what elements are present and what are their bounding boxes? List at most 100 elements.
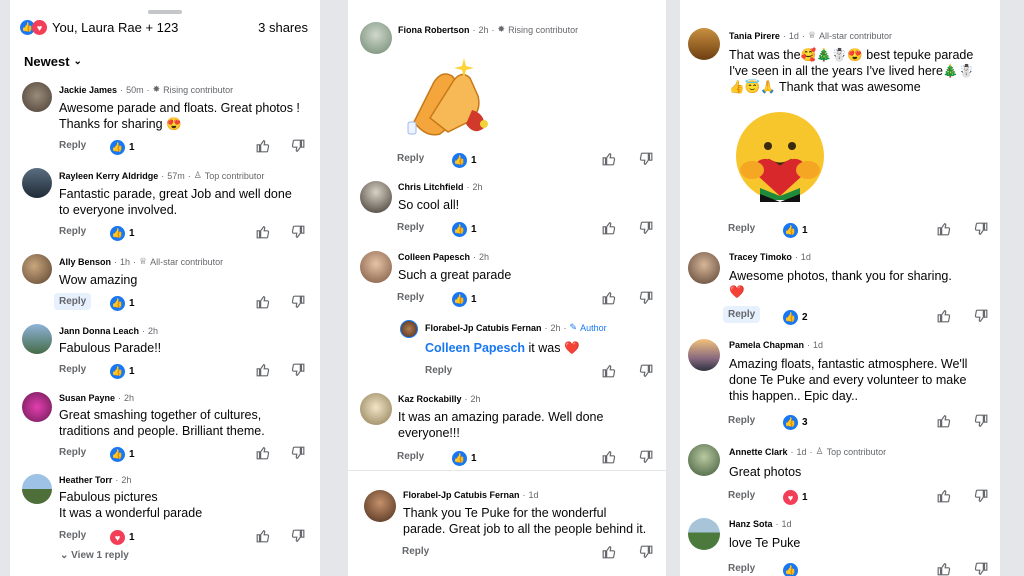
dislike-button[interactable] [291,446,305,460]
reply-button[interactable]: Reply [723,487,760,504]
reply-button[interactable]: Reply [392,150,429,167]
like-button[interactable] [602,450,616,464]
commenter-name[interactable]: Susan Payne [59,393,115,403]
dislike-button[interactable] [974,222,988,236]
reaction-count[interactable]: 👍 1 [110,296,135,311]
commenter-name[interactable]: Tracey Timoko [729,252,792,262]
reply-button[interactable]: Reply [392,289,429,306]
commenter-name[interactable]: Tania Pirere [729,31,780,41]
view-replies-link[interactable]: ⌄ View 1 reply [60,550,129,561]
like-button[interactable] [602,545,616,559]
reaction-count[interactable]: ♥ 1 [783,490,808,505]
avatar[interactable] [22,82,52,112]
dislike-button[interactable] [291,139,305,153]
commenter-name[interactable]: Jackie James [59,85,117,95]
avatar[interactable] [360,22,392,54]
like-button[interactable] [256,363,270,377]
like-button[interactable] [602,291,616,305]
dislike-button[interactable] [291,363,305,377]
dislike-button[interactable] [639,152,653,166]
reply-button[interactable]: Reply [723,220,760,237]
reaction-count[interactable]: 👍 2 [783,310,808,325]
dislike-button[interactable] [974,562,988,576]
reaction-count[interactable]: 👍 1 [452,222,477,237]
dislike-button[interactable] [974,414,988,428]
avatar[interactable] [688,252,720,284]
avatar[interactable] [22,392,52,422]
drag-handle[interactable] [148,10,182,14]
reply-button[interactable]: Reply [54,223,91,240]
dislike-button[interactable] [974,489,988,503]
author-avatar[interactable] [400,320,418,338]
commenter-name[interactable]: Hanz Sota [729,519,773,529]
reaction-count[interactable]: 👍 1 [110,226,135,241]
reaction-count[interactable]: 👍 1 [783,223,808,238]
sort-dropdown[interactable]: Newest ⌄ [24,54,82,69]
commenter-name[interactable]: Kaz Rockabilly [398,394,462,404]
like-button[interactable] [602,221,616,235]
dislike-button[interactable] [291,225,305,239]
commenter-name[interactable]: Ally Benson [59,257,111,267]
reaction-count[interactable]: 👍 1 [110,364,135,379]
reply-button[interactable]: Reply [397,543,434,560]
avatar[interactable] [360,393,392,425]
dislike-button[interactable] [639,545,653,559]
reply-button[interactable]: Reply [54,527,91,544]
avatar[interactable] [22,168,52,198]
commenter-name[interactable]: Florabel-Jp Catubis Fernan [425,323,542,333]
commenter-name[interactable]: Pamela Chapman [729,340,804,350]
like-button[interactable] [602,152,616,166]
reply-button[interactable]: Reply [392,219,429,236]
reply-button[interactable]: Reply [54,361,91,378]
avatar[interactable] [22,474,52,504]
dislike-button[interactable] [639,221,653,235]
like-button[interactable] [937,489,951,503]
dislike-button[interactable] [639,450,653,464]
reply-button[interactable]: Reply [54,137,91,154]
commenter-name[interactable]: Rayleen Kerry Aldridge [59,171,158,181]
reply-button[interactable]: Reply [723,560,760,576]
like-button[interactable] [256,529,270,543]
reply-button[interactable]: Reply [723,306,761,323]
like-button[interactable] [937,309,951,323]
shares-count[interactable]: 3 shares [258,20,308,35]
commenter-name[interactable]: Chris Litchfield [398,182,464,192]
like-button[interactable] [256,139,270,153]
avatar[interactable] [688,518,720,550]
reaction-count[interactable]: 👍 1 [452,292,477,307]
like-button[interactable] [256,225,270,239]
mention-link[interactable]: Colleen Papesch [425,341,525,355]
avatar[interactable] [360,251,392,283]
reply-button[interactable]: Reply [54,293,92,310]
reaction-count[interactable]: 👍 [783,563,798,576]
reaction-count[interactable]: 👍 1 [452,451,477,466]
reaction-count[interactable]: 👍 1 [110,447,135,462]
avatar[interactable] [360,181,392,213]
dislike-button[interactable] [639,364,653,378]
avatar[interactable] [688,339,720,371]
commenter-name[interactable]: Annette Clark [729,447,788,457]
reply-button[interactable]: Reply [54,444,91,461]
like-button[interactable] [602,364,616,378]
commenter-name[interactable]: Colleen Papesch [398,252,470,262]
reaction-count[interactable]: 👍 1 [452,153,477,168]
reply-button[interactable]: Reply [392,448,429,465]
commenter-name[interactable]: Fiona Robertson [398,25,470,35]
commenter-name[interactable]: Florabel-Jp Catubis Fernan [403,490,520,500]
dislike-button[interactable] [974,309,988,323]
avatar[interactable] [688,444,720,476]
commenter-name[interactable]: Heather Torr [59,475,112,485]
reply-button[interactable]: Reply [420,362,457,379]
reaction-count[interactable]: 👍 1 [110,140,135,155]
dislike-button[interactable] [639,291,653,305]
like-button[interactable] [937,414,951,428]
like-button[interactable] [256,446,270,460]
dislike-button[interactable] [291,529,305,543]
reaction-count[interactable]: ♥ 1 [110,530,135,545]
reaction-summary[interactable]: 👍 ♥ You, Laura Rae + 123 [20,20,178,35]
avatar[interactable] [22,254,52,284]
reaction-count[interactable]: 👍 3 [783,415,808,430]
like-button[interactable] [937,562,951,576]
reply-button[interactable]: Reply [723,412,760,429]
commenter-name[interactable]: Jann Donna Leach [59,326,139,336]
